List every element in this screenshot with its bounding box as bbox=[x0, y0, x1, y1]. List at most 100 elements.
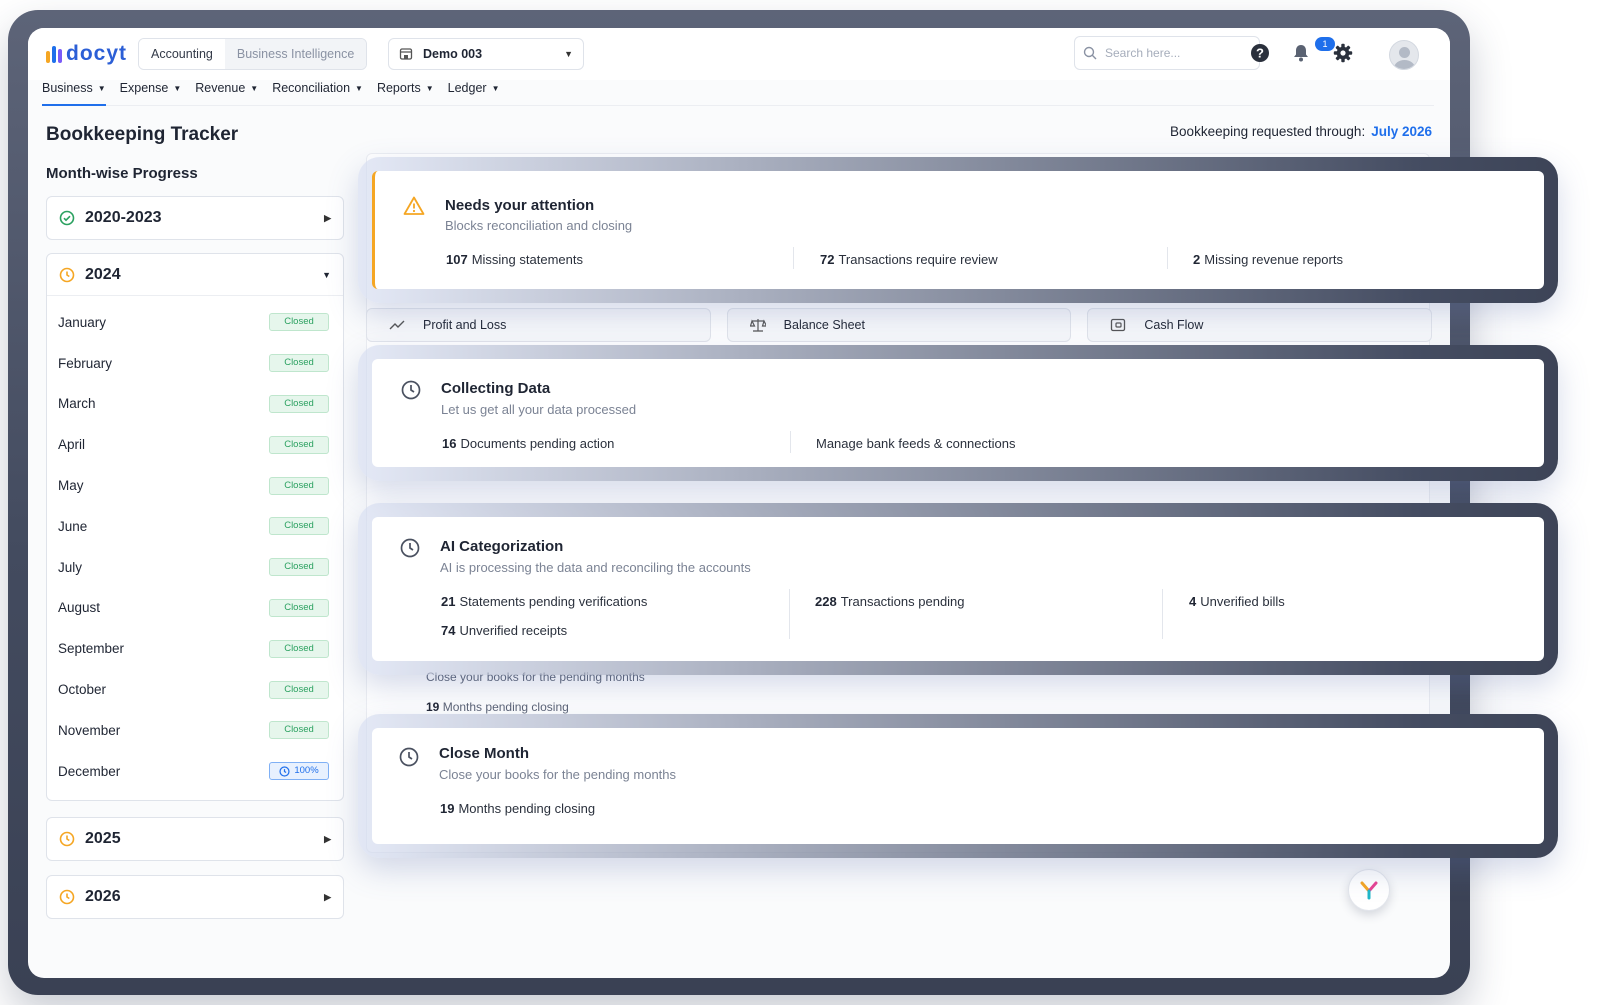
stat-number: 4 bbox=[1189, 594, 1197, 609]
mode-business-intelligence[interactable]: Business Intelligence bbox=[224, 39, 367, 69]
year-2026[interactable]: 2026 ▶ bbox=[46, 875, 344, 919]
stat-label: Unverified receipts bbox=[459, 623, 568, 638]
stat-label: Missing revenue reports bbox=[1204, 252, 1343, 267]
month-row[interactable]: August Closed bbox=[47, 588, 343, 629]
tab-label: Cash Flow bbox=[1144, 318, 1204, 332]
business-selector[interactable]: Demo 003 ▼ bbox=[388, 38, 584, 70]
nav-label: Revenue bbox=[195, 81, 246, 95]
month-row[interactable]: December 100% bbox=[47, 751, 343, 792]
stat-documents-pending[interactable]: 16 Documents pending action bbox=[442, 436, 614, 451]
assistant-button[interactable] bbox=[1348, 869, 1390, 911]
nav-ledger[interactable]: Ledger ▼ bbox=[448, 80, 514, 105]
year-2024-panel: 2024 ▼ January Closed February Closed Marc… bbox=[46, 253, 344, 801]
year-2025[interactable]: 2025 ▶ bbox=[46, 817, 344, 861]
ai-card-frame: AI Categorization AI is processing the d… bbox=[358, 503, 1558, 675]
year-2020-2023[interactable]: 2020-2023 ▶ bbox=[46, 196, 344, 240]
tab-cash-flow[interactable]: Cash Flow bbox=[1087, 308, 1433, 342]
stat-missing-revenue[interactable]: 2 Missing revenue reports bbox=[1193, 252, 1343, 267]
divider bbox=[789, 589, 790, 639]
tab-balance-sheet[interactable]: Balance Sheet bbox=[726, 308, 1072, 342]
month-row[interactable]: June Closed bbox=[47, 506, 343, 547]
stat-unverified-bills[interactable]: 4 Unverified bills bbox=[1189, 594, 1285, 609]
clock-icon bbox=[279, 766, 290, 777]
user-avatar[interactable] bbox=[1389, 40, 1419, 70]
month-row[interactable]: April Closed bbox=[47, 424, 343, 465]
close-card-frame: Close Month Close your books for the pen… bbox=[358, 714, 1558, 858]
card-subtitle: Blocks reconciliation and closing bbox=[445, 218, 633, 233]
mode-accounting[interactable]: Accounting bbox=[139, 39, 225, 69]
stat-statements-pending[interactable]: 21 Statements pending verifications bbox=[441, 594, 647, 609]
caret-down-icon: ▼ bbox=[355, 84, 363, 93]
stat-missing-statements[interactable]: 107 Missing statements bbox=[446, 252, 583, 267]
month-row[interactable]: September Closed bbox=[47, 628, 343, 669]
mode-switcher: Accounting Business Intelligence bbox=[138, 38, 368, 70]
stat-label: Transactions pending bbox=[840, 594, 965, 609]
month-name: March bbox=[58, 396, 96, 412]
caret-down-icon: ▼ bbox=[491, 84, 500, 93]
search-box[interactable]: Search here... bbox=[1074, 36, 1260, 70]
attention-card: Needs your attention Blocks reconciliati… bbox=[372, 171, 1544, 289]
nav-revenue[interactable]: Revenue ▼ bbox=[195, 80, 272, 105]
bell-icon[interactable] bbox=[1290, 42, 1312, 64]
docyt-assistant-icon bbox=[1360, 881, 1378, 900]
month-row[interactable]: February Closed bbox=[47, 343, 343, 384]
month-name: December bbox=[58, 763, 121, 779]
manage-bank-feeds-link[interactable]: Manage bank feeds & connections bbox=[816, 436, 1015, 451]
month-row[interactable]: July Closed bbox=[47, 547, 343, 588]
status-badge: Closed bbox=[269, 680, 329, 699]
stat-label: Unverified bills bbox=[1200, 594, 1285, 609]
report-tabs: Profit and Loss Balance Sheet Cash Flow bbox=[366, 308, 1433, 342]
chevron-down-icon: ▼ bbox=[322, 269, 331, 280]
month-name: November bbox=[58, 722, 121, 738]
stat-months-pending[interactable]: 19 Months pending closing bbox=[440, 801, 595, 816]
month-row[interactable]: March Closed bbox=[47, 384, 343, 425]
tab-label: Balance Sheet bbox=[783, 318, 865, 332]
nav-reports[interactable]: Reports ▼ bbox=[377, 80, 448, 105]
docyt-logo[interactable]: docyt bbox=[46, 42, 127, 66]
status-badge: Closed bbox=[269, 354, 329, 373]
stat-number: 72 bbox=[820, 252, 835, 267]
search-icon bbox=[1083, 46, 1097, 60]
status-badge: Closed bbox=[269, 476, 329, 495]
stat-unverified-receipts[interactable]: 74 Unverified receipts bbox=[441, 623, 567, 638]
bookkeeping-requested: Bookkeeping requested through: July 2026 bbox=[1170, 124, 1432, 139]
month-name: April bbox=[58, 437, 86, 453]
status-badge: Closed bbox=[269, 639, 329, 658]
status-badge: Closed bbox=[269, 558, 329, 577]
nav-business[interactable]: Business ▼ bbox=[42, 80, 120, 106]
chevron-down-icon: ▼ bbox=[564, 49, 573, 59]
gear-icon[interactable] bbox=[1332, 42, 1354, 64]
caret-down-icon: ▼ bbox=[250, 84, 259, 93]
svg-text:?: ? bbox=[1256, 46, 1264, 61]
divider bbox=[790, 431, 791, 453]
stat-label: Months pending closing bbox=[458, 801, 596, 816]
card-title: Needs your attention bbox=[445, 197, 595, 214]
stat-number: 228 bbox=[815, 594, 837, 609]
requested-value[interactable]: July 2026 bbox=[1371, 124, 1432, 139]
search-input[interactable]: Search here... bbox=[1105, 46, 1180, 60]
stat-transactions-pending[interactable]: 228 Transactions pending bbox=[815, 594, 965, 609]
month-name: February bbox=[58, 355, 113, 371]
caret-down-icon: ▼ bbox=[97, 84, 106, 93]
year-label: 2024 bbox=[85, 265, 121, 283]
help-icon[interactable]: ? bbox=[1249, 42, 1271, 64]
month-row[interactable]: October Closed bbox=[47, 669, 343, 710]
top-bar: docyt Accounting Business Intelligence D… bbox=[28, 28, 1450, 80]
scale-icon bbox=[749, 319, 766, 332]
year-label: 2026 bbox=[85, 888, 121, 905]
tab-profit-and-loss[interactable]: Profit and Loss bbox=[366, 308, 711, 342]
ai-categorization-card: AI Categorization AI is processing the d… bbox=[372, 517, 1544, 661]
business-name: Demo 003 bbox=[423, 47, 483, 61]
stat-transactions-review[interactable]: 72 Transactions require review bbox=[820, 252, 998, 267]
month-name: January bbox=[58, 314, 107, 330]
nav-label: Ledger bbox=[447, 81, 487, 95]
divider bbox=[1162, 589, 1163, 639]
nav-reconciliation[interactable]: Reconciliation ▼ bbox=[272, 80, 377, 105]
month-row[interactable]: November Closed bbox=[47, 710, 343, 751]
month-row[interactable]: May Closed bbox=[47, 465, 343, 506]
month-row[interactable]: January Closed bbox=[47, 302, 343, 343]
nav-expense[interactable]: Expense ▼ bbox=[120, 80, 196, 105]
warning-icon bbox=[403, 196, 425, 215]
tab-label: Profit and Loss bbox=[423, 318, 507, 332]
year-2024-header[interactable]: 2024 ▼ bbox=[47, 254, 343, 296]
